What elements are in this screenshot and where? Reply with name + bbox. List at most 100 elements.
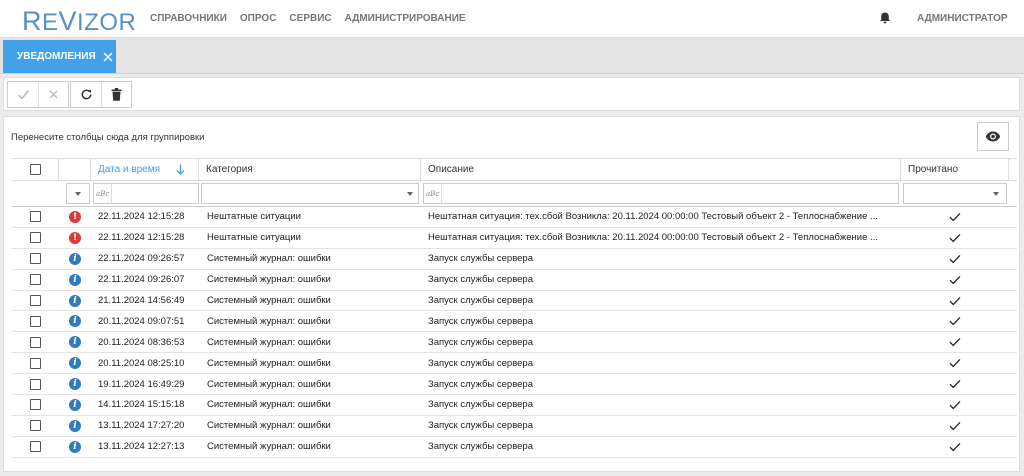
row-select-cell (12, 291, 59, 311)
refresh-button[interactable] (71, 82, 101, 107)
app-logo[interactable]: REVIZOR (22, 6, 136, 37)
row-checkbox[interactable] (30, 441, 41, 453)
info-icon: i (69, 273, 81, 286)
row-category: Нештатные ситуации (207, 211, 301, 223)
row-select-cell (12, 207, 59, 227)
nav-item-service[interactable]: СЕРВИС (289, 13, 331, 24)
column-chooser-button[interactable] (977, 122, 1009, 151)
row-checkbox[interactable] (30, 253, 41, 265)
row-read-cell (901, 374, 1009, 394)
header-read-label: Прочитано (908, 164, 958, 175)
row-checkbox[interactable] (30, 357, 41, 369)
chevron-down-icon (407, 191, 413, 196)
row-type-cell: i (59, 332, 91, 352)
row-checkbox[interactable] (30, 295, 41, 306)
tab-notifications[interactable]: УВЕДОМЛЕНИЯ (3, 40, 116, 73)
table-row[interactable]: i 22.11.2024 09:26:07 Системный журнал: … (12, 270, 1017, 291)
read-filter-select[interactable] (903, 183, 1007, 204)
row-read-cell (901, 437, 1009, 457)
check-icon (949, 442, 961, 452)
table-row[interactable]: ! 22.11.2024 12:15:28 Нештатные ситуации… (12, 228, 1017, 249)
row-description: Нештатная ситуация: тех.сбой Возникла: 2… (428, 211, 878, 223)
top-bar: REVIZOR СПРАВОЧНИКИ ОПРОС СЕРВИС АДМИНИС… (0, 0, 1024, 38)
table-row[interactable]: i 14.11.2024 15:15:18 Системный журнал: … (12, 395, 1017, 416)
row-checkbox[interactable] (30, 336, 41, 348)
logo-letter: R (22, 6, 42, 36)
row-datetime: 20.11.2024 09:07:51 (98, 315, 185, 327)
bell-icon[interactable] (878, 11, 892, 25)
table-row[interactable]: i 21.11.2024 14:56:49 Системный журнал: … (12, 291, 1017, 312)
row-description: Запуск службы сервера (428, 336, 533, 348)
mark-read-button[interactable] (8, 82, 38, 107)
type-filter-select[interactable] (66, 183, 90, 204)
table-row[interactable]: i 22.11.2024 09:26:57 Системный журнал: … (12, 249, 1017, 270)
datetime-filter-input[interactable]: aBc (93, 183, 199, 204)
nav-item-directories[interactable]: СПРАВОЧНИКИ (150, 13, 227, 24)
error-icon: ! (69, 210, 81, 223)
check-icon (949, 212, 961, 222)
trash-icon (111, 88, 122, 101)
table-row[interactable]: i 20.11.2024 08:36:53 Системный журнал: … (12, 332, 1017, 354)
user-menu[interactable]: АДМИНИСТРАТОР (917, 13, 1008, 24)
header-description-label: Описание (428, 164, 475, 175)
row-type-cell: i (59, 437, 91, 457)
row-category: Системный журнал: ошибки (207, 295, 331, 306)
row-checkbox[interactable] (30, 378, 41, 390)
description-filter-input[interactable]: aBc (423, 183, 899, 204)
table-row[interactable]: i 20.11.2024 09:07:51 Системный журнал: … (12, 311, 1017, 333)
logo-letter: V (58, 6, 78, 36)
row-type-cell: ! (59, 207, 91, 227)
row-category: Системный журнал: ошибки (207, 378, 331, 390)
row-datetime: 20.11.2024 08:25:10 (98, 357, 185, 369)
header-category-label: Категория (206, 164, 253, 175)
table-row[interactable]: i 13.11.2024 17:27:20 Системный журнал: … (12, 416, 1017, 437)
grid-header: Дата и время Категория Описание Прочитан… (12, 158, 1017, 181)
row-category: Системный журнал: ошибки (207, 399, 331, 411)
header-datetime[interactable]: Дата и время (91, 159, 199, 180)
row-type-cell: i (59, 291, 91, 311)
tab-bar (0, 38, 1024, 74)
select-all-checkbox[interactable] (29, 164, 41, 175)
row-datetime: 22.11.2024 09:26:57 (98, 253, 185, 265)
table-row[interactable]: i 20.11.2024 08:25:10 Системный журнал: … (12, 353, 1017, 375)
header-read[interactable]: Прочитано (901, 159, 1009, 180)
row-checkbox[interactable] (30, 420, 41, 432)
group-panel-hint: Перенесите столбцы сюда для группировки (11, 132, 205, 143)
info-icon: i (69, 252, 81, 265)
chevron-down-icon (993, 191, 999, 196)
close-icon[interactable] (102, 51, 114, 63)
row-read-cell (901, 291, 1009, 311)
row-type-cell: i (59, 374, 91, 394)
row-datetime: 14.11.2024 15:15:18 (98, 399, 185, 411)
row-type-cell: i (59, 395, 91, 415)
mark-unread-button[interactable] (38, 82, 68, 107)
row-description: Запуск службы сервера (428, 253, 533, 265)
table-row[interactable]: ! 22.11.2024 12:15:28 Нештатные ситуации… (12, 207, 1017, 228)
row-checkbox[interactable] (30, 232, 41, 244)
actions-group (70, 81, 132, 108)
info-icon: i (69, 398, 81, 411)
row-description: Запуск службы сервера (428, 420, 533, 432)
table-row[interactable]: i 13.11.2024 12:27:13 Системный журнал: … (12, 437, 1017, 458)
row-checkbox[interactable] (30, 211, 41, 223)
nav-item-poll[interactable]: ОПРОС (240, 13, 277, 24)
row-read-cell (901, 270, 1009, 290)
row-read-cell (901, 332, 1009, 352)
check-icon (949, 400, 961, 410)
row-checkbox[interactable] (30, 274, 41, 286)
header-type[interactable] (59, 159, 91, 180)
row-select-cell (12, 332, 59, 352)
row-checkbox[interactable] (30, 399, 41, 411)
header-description[interactable]: Описание (421, 159, 901, 180)
category-filter-select[interactable] (201, 183, 419, 204)
row-select-cell (12, 374, 59, 394)
row-category: Системный журнал: ошибки (207, 253, 331, 265)
row-checkbox[interactable] (30, 315, 41, 327)
row-datetime: 22.11.2024 09:26:07 (98, 274, 185, 286)
header-category[interactable]: Категория (199, 159, 421, 180)
row-datetime: 19.11.2024 16:49:29 (98, 378, 185, 390)
delete-button[interactable] (101, 82, 131, 107)
error-icon: ! (69, 231, 81, 244)
nav-item-administration[interactable]: АДМИНИСТРИРОВАНИЕ (345, 13, 466, 24)
table-row[interactable]: i 19.11.2024 16:49:29 Системный журнал: … (12, 374, 1017, 396)
